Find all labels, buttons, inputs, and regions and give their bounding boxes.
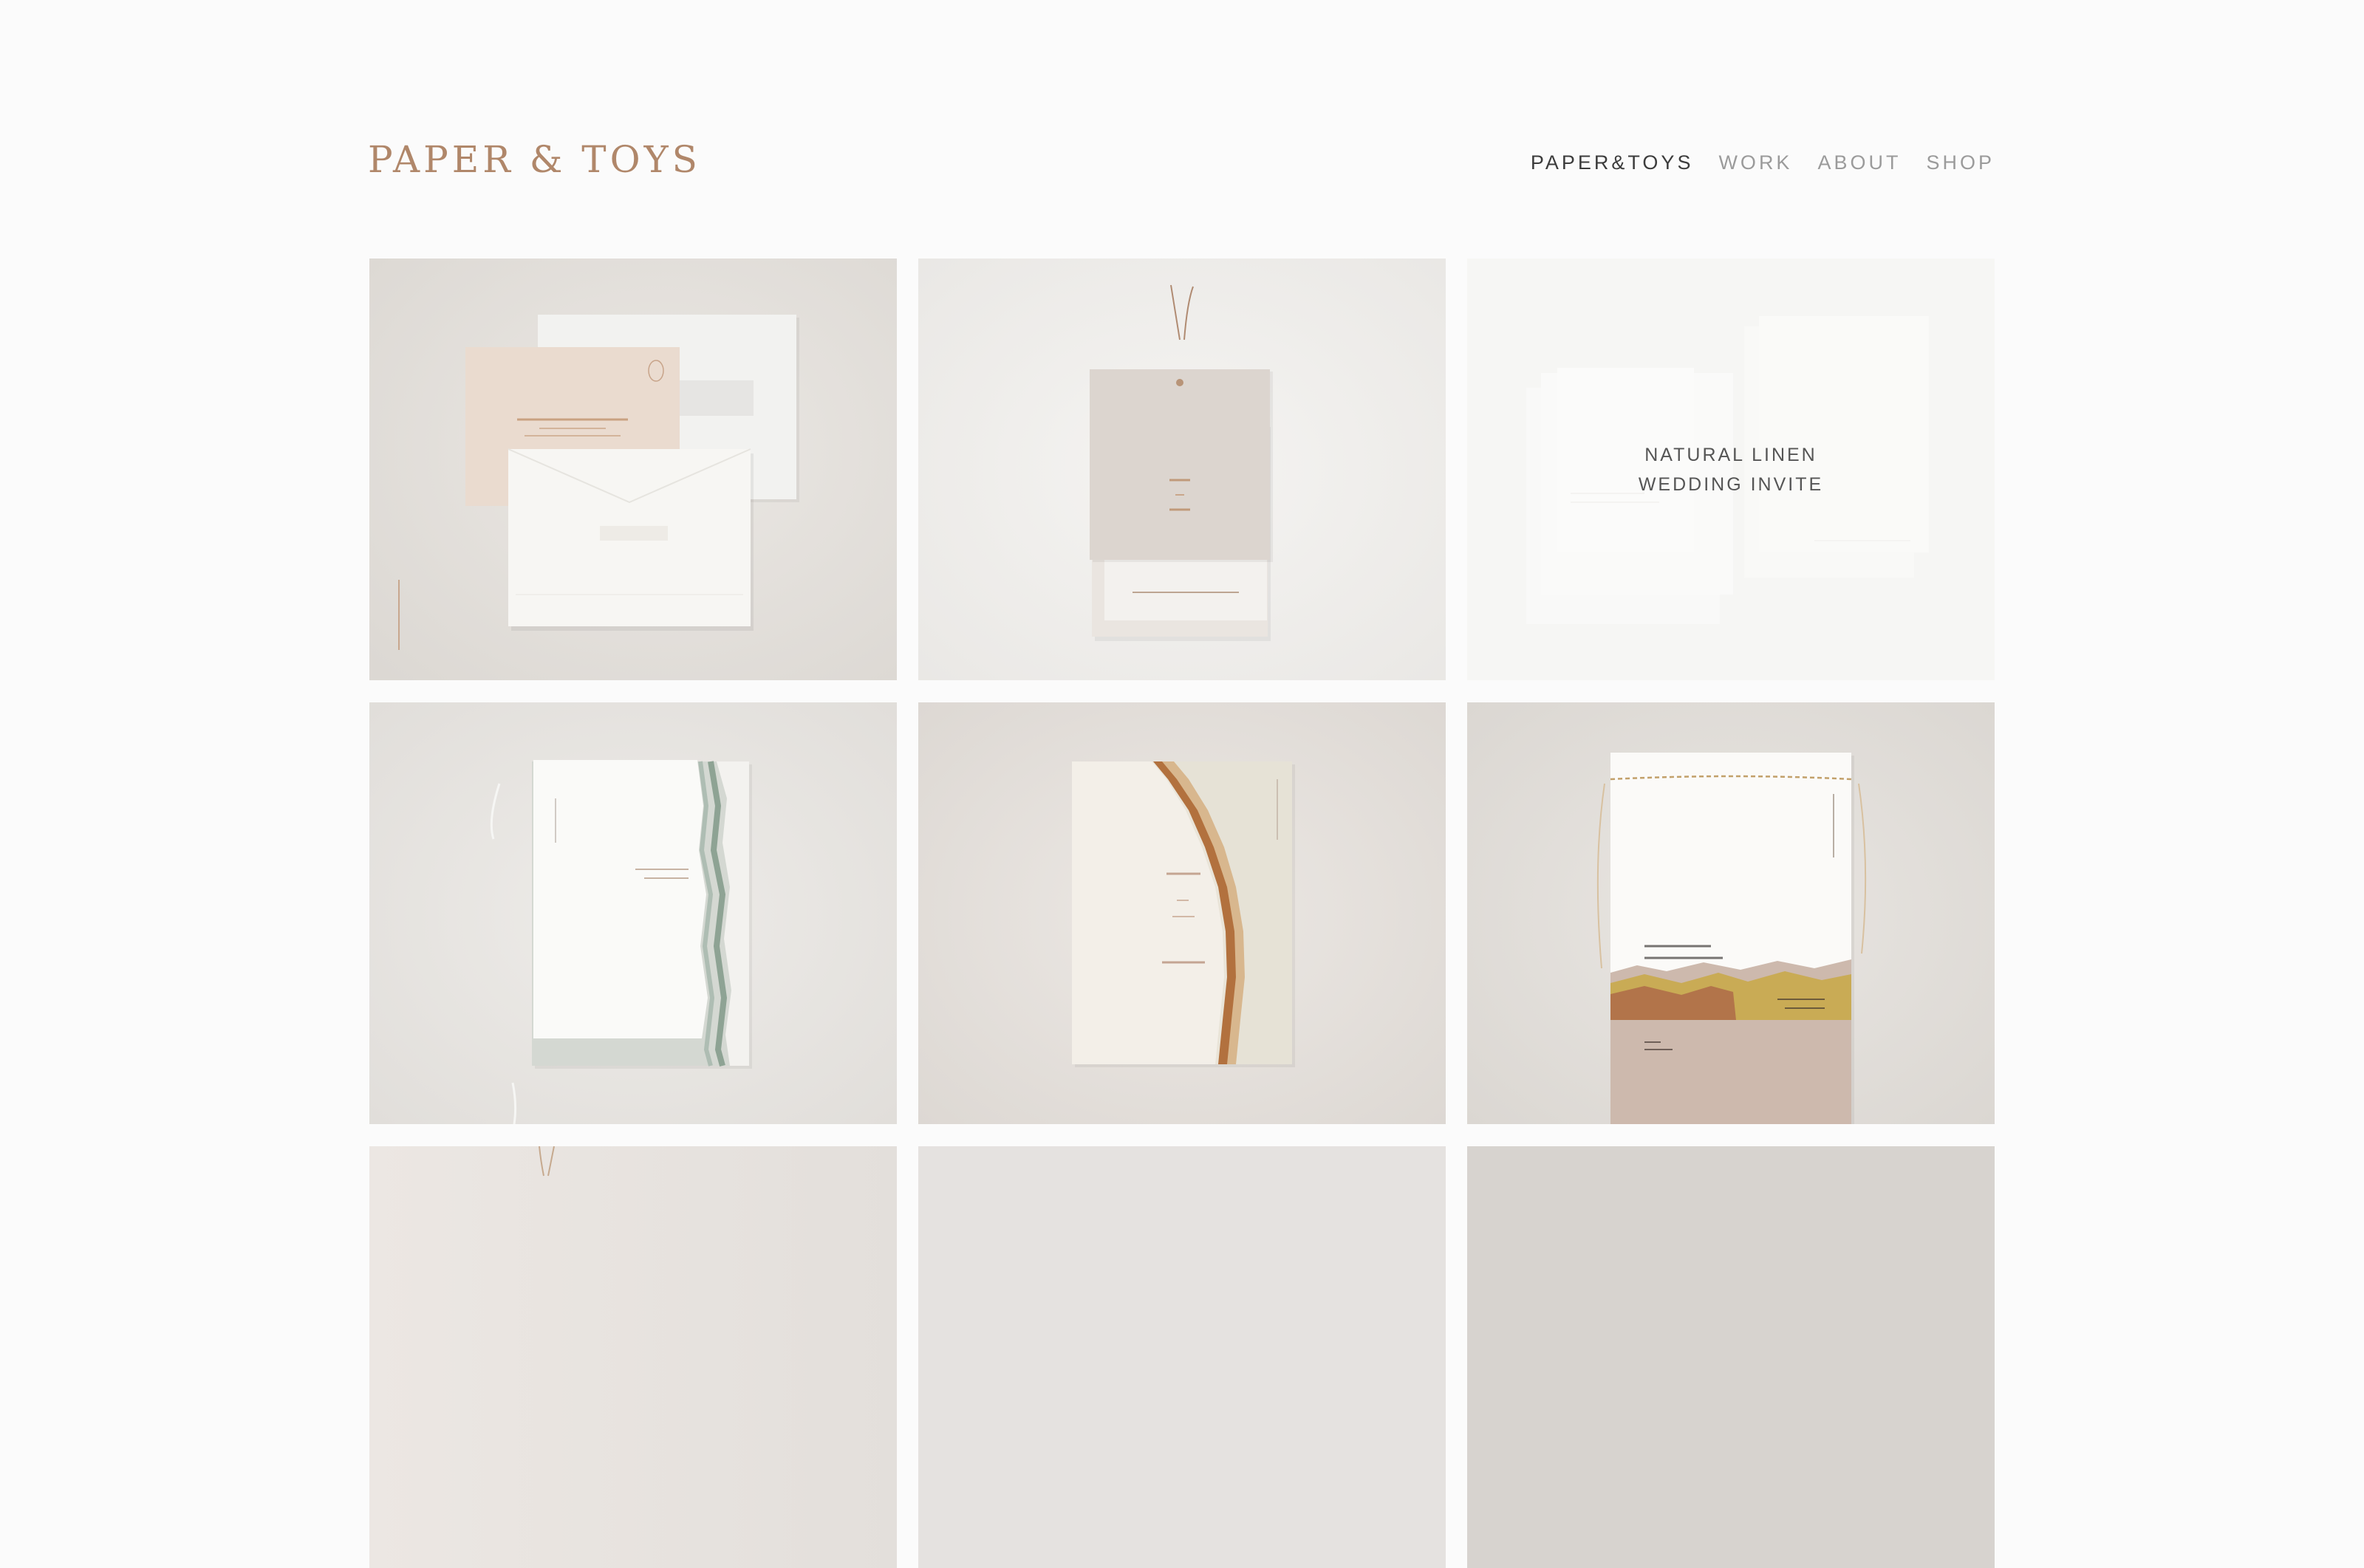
nav-item-about[interactable]: ABOUT [1817, 148, 1901, 177]
portfolio-item-9[interactable] [1467, 1146, 1995, 1568]
portfolio-item-8[interactable] [918, 1146, 1446, 1568]
portfolio-item-7[interactable] [369, 1146, 897, 1568]
portfolio-image [918, 702, 1446, 1124]
portfolio-image [1467, 702, 1995, 1124]
site-logo[interactable]: PAPER & TOYS [368, 139, 701, 180]
portfolio-item-torn-sage-invite[interactable] [369, 702, 897, 1124]
nav-item-paper-and-toys[interactable]: PAPER&TOYS [1531, 148, 1694, 177]
portfolio-item-title: NATURAL LINEN WEDDING INVITE [1638, 444, 1824, 495]
main-nav: PAPER&TOYS WORK ABOUT SHOP [1531, 148, 1995, 177]
portfolio-item-torn-gold-invite[interactable] [1467, 702, 1995, 1124]
portfolio-grid: NATURAL LINEN WEDDING INVITE [369, 259, 1995, 1568]
portfolio-item-envelope-linen-invite[interactable] [369, 259, 897, 680]
portfolio-image [369, 1146, 897, 1568]
nav-item-work[interactable]: WORK [1718, 148, 1792, 177]
nav-item-shop[interactable]: SHOP [1926, 148, 1995, 177]
portfolio-item-torn-rust-invite[interactable] [918, 702, 1446, 1124]
hover-overlay: NATURAL LINEN WEDDING INVITE [1467, 259, 1995, 680]
portfolio-image [369, 702, 897, 1124]
portfolio-image [918, 259, 1446, 680]
portfolio-image [918, 1146, 1446, 1568]
portfolio-item-save-the-date[interactable] [918, 259, 1446, 680]
portfolio-image [369, 259, 897, 680]
portfolio-item-natural-linen-invite[interactable]: NATURAL LINEN WEDDING INVITE [1467, 259, 1995, 680]
portfolio-image [1467, 1146, 1995, 1568]
